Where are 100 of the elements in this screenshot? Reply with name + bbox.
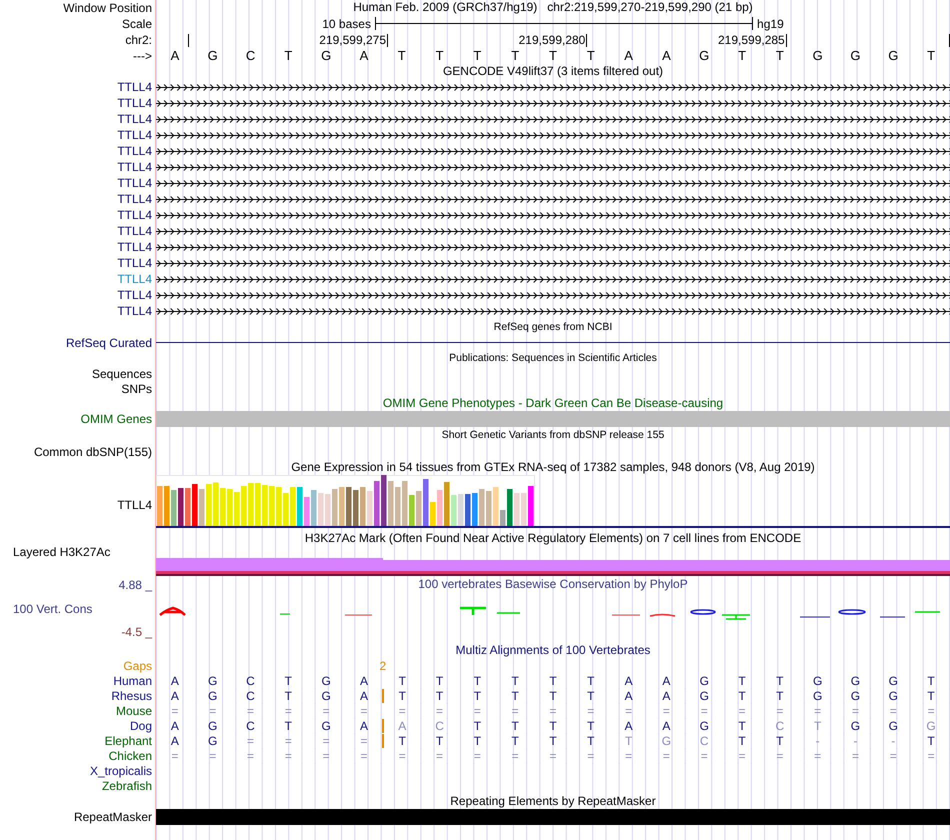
gene-label[interactable]: TTLL4 <box>117 80 152 94</box>
track-label[interactable]: Layered H3K27Ac <box>13 545 110 559</box>
aligned-base: = <box>890 749 897 763</box>
aligned-base: = <box>928 704 935 718</box>
track-title: 100 vertebrates Basewise Conservation by PhyloP <box>417 577 689 592</box>
aligned-base: = <box>284 704 292 718</box>
track-label[interactable]: 100 Vert. Cons <box>13 602 92 616</box>
axis-max-label: 4.88 _ <box>118 578 152 592</box>
base-letter: T <box>549 49 557 63</box>
track-label[interactable]: RefSeq Curated <box>66 336 152 350</box>
gene-label[interactable]: TTLL4 <box>117 160 152 174</box>
aligned-base: = <box>662 749 670 763</box>
gene-label[interactable]: TTLL4 <box>117 304 152 318</box>
aligned-base: = <box>322 704 330 718</box>
track-title: Gene Expression in 54 tissues from GTEx RNA-seq of 17382 samples, 948 donors (V8, Aug 2019) <box>290 460 816 474</box>
aligned-base: T <box>814 719 822 733</box>
gene-label[interactable]: TTLL4 <box>117 208 152 222</box>
aligned-base: - <box>816 734 820 748</box>
gap-count: 2 <box>380 658 386 672</box>
aligned-base: T <box>382 689 421 703</box>
aligned-base: T <box>474 689 482 703</box>
scale-text: 10 bases <box>322 16 371 30</box>
position-text: Human Feb. 2009 (GRCh37/hg19) chr2:219,599,270-219,599,290 (21 bp) <box>352 0 754 15</box>
base-letter: G <box>850 49 861 63</box>
aligned-base: G <box>208 734 218 748</box>
aligned-base: G <box>700 674 709 688</box>
track-title: RefSeq genes from NCBI <box>492 320 614 334</box>
track-title: OMIM Gene Phenotypes - Dark Green Can Be Disease-causing <box>382 396 724 411</box>
aligned-base: A <box>662 689 670 703</box>
coordinate-label: 219,599,280 <box>518 33 586 47</box>
aligned-base: = <box>587 704 594 718</box>
aligned-base: T <box>549 719 557 733</box>
aligned-base: T <box>474 674 482 688</box>
species-label[interactable]: Dog <box>130 719 152 733</box>
gene-label[interactable]: TTLL4 <box>117 288 152 302</box>
gene-label[interactable]: TTLL4 <box>117 192 152 206</box>
aligned-base: T <box>587 674 594 688</box>
ruler-tick <box>387 34 388 46</box>
aligned-base: A <box>662 719 670 733</box>
track-label[interactable]: OMIM Genes <box>80 412 152 426</box>
base-letter: T <box>436 49 444 63</box>
ruler-tick <box>786 34 787 46</box>
gene-label[interactable]: TTLL4 <box>117 128 152 142</box>
aligned-base: T <box>587 719 594 733</box>
track-label[interactable]: RepeatMasker <box>74 810 152 824</box>
species-label[interactable]: Human <box>113 674 152 688</box>
aligned-base: A <box>170 719 179 733</box>
gene-label[interactable]: TTLL4 <box>117 256 152 270</box>
aligned-base: T <box>436 734 444 748</box>
aligned-base: G <box>812 674 822 688</box>
aligned-base: G <box>321 689 331 703</box>
species-label[interactable]: Chicken <box>108 749 152 763</box>
track-label: Window Position <box>63 0 152 14</box>
aligned-base: = <box>549 749 556 763</box>
strand-label: ---> <box>133 49 152 63</box>
track-label[interactable]: Common dbSNP(155) <box>34 444 152 458</box>
gene-label[interactable]: TTLL4 <box>117 272 152 286</box>
track-title: Repeating Elements by RepeatMasker <box>449 794 657 809</box>
aligned-base: T <box>624 734 632 748</box>
track-label[interactable]: TTLL4 <box>117 498 152 512</box>
track-label[interactable]: SNPs <box>121 382 152 396</box>
base-letter: T <box>398 49 406 63</box>
aligned-base: C <box>246 674 255 688</box>
aligned-base: T <box>927 674 935 688</box>
base-letter: G <box>321 49 332 63</box>
aligned-base: G <box>700 719 709 733</box>
aligned-base: = <box>284 734 292 748</box>
aligned-base: T <box>398 674 407 688</box>
species-label[interactable]: X_tropicalis <box>90 764 152 778</box>
base-letter: T <box>284 49 292 63</box>
aligned-base: T <box>436 674 444 688</box>
base-letter: A <box>360 49 368 63</box>
aligned-base: G <box>888 674 898 688</box>
aligned-base: T <box>738 674 746 688</box>
aligned-base: T <box>382 734 421 748</box>
aligned-base: G <box>888 689 898 703</box>
species-label[interactable]: Zebrafish <box>102 778 152 792</box>
aligned-base: = <box>700 749 708 763</box>
assembly-text: hg19 <box>757 16 784 30</box>
aligned-base: = <box>738 749 746 763</box>
species-label[interactable]: Rhesus <box>111 689 152 703</box>
aligned-base: T <box>587 734 594 748</box>
gene-label[interactable]: TTLL4 <box>117 112 152 126</box>
gene-label[interactable]: TTLL4 <box>117 176 152 190</box>
aligned-base: T <box>776 689 784 703</box>
gene-label[interactable]: TTLL4 <box>117 224 152 238</box>
species-label[interactable]: Elephant <box>104 734 152 748</box>
aligned-base: C <box>435 719 444 733</box>
aligned-base: T <box>474 734 482 748</box>
aligned-base: A <box>624 689 633 703</box>
aligned-base: = <box>852 749 859 763</box>
aligned-base: T <box>738 734 746 748</box>
gene-label[interactable]: TTLL4 <box>117 96 152 110</box>
gene-label[interactable]: TTLL4 <box>117 240 152 254</box>
species-label[interactable]: Mouse <box>116 704 152 718</box>
aligned-base: A <box>170 674 179 688</box>
ruler-tick <box>948 34 950 46</box>
gene-label[interactable]: TTLL4 <box>117 144 152 158</box>
track-label[interactable]: Sequences <box>92 366 152 380</box>
aligned-base: = <box>852 704 859 718</box>
